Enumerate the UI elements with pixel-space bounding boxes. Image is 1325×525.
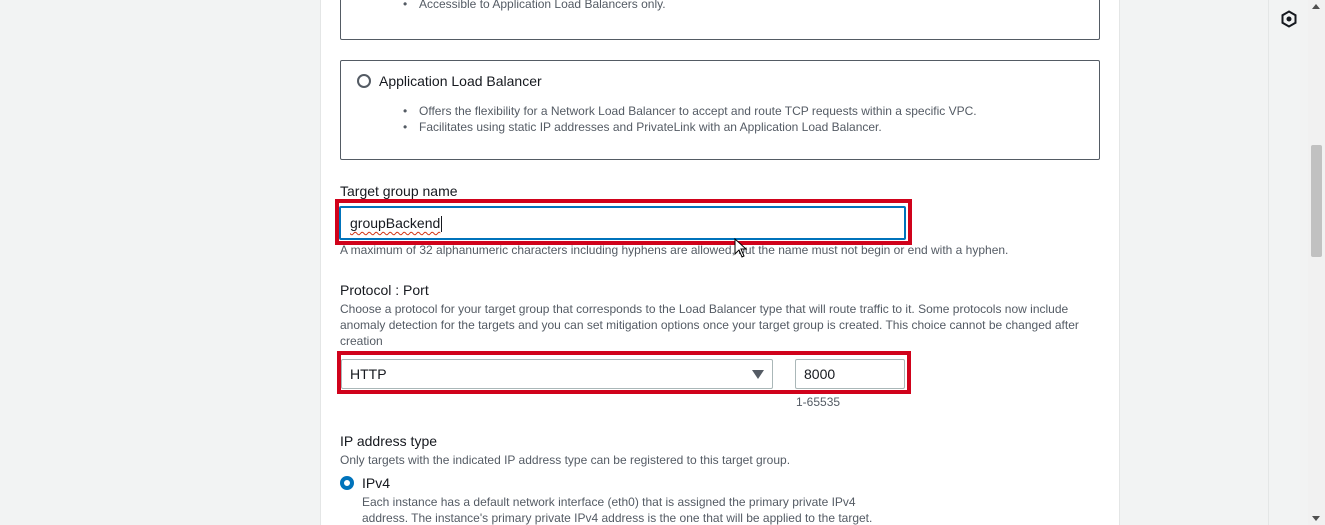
scrollbar-thumb[interactable] [1311, 145, 1322, 257]
alb-radio-row[interactable]: Application Load Balancer [357, 73, 542, 89]
alb-bullet: Offers the flexibility for a Network Loa… [403, 103, 977, 119]
port-value: 8000 [804, 366, 836, 382]
target-group-name-input[interactable]: groupBackend [339, 206, 906, 240]
target-group-name-hint: A maximum of 32 alphanumeric characters … [340, 243, 1009, 257]
ipv4-radio[interactable] [340, 476, 354, 490]
ip-address-type-label: IP address type [340, 433, 438, 449]
ip-address-type-description: Only targets with the indicated IP addre… [340, 453, 791, 467]
ipv4-label: IPv4 [362, 475, 391, 491]
hexagon-settings-icon[interactable] [1280, 10, 1298, 28]
vertical-scrollbar[interactable] [1308, 0, 1325, 525]
port-input[interactable]: 8000 [795, 359, 905, 389]
alb-option-label: Application Load Balancer [379, 73, 542, 89]
protocol-select[interactable]: HTTP [341, 359, 773, 389]
load-balancer-option-card-top[interactable]: Accessible to Application Load Balancers… [340, 0, 1100, 40]
protocol-port-label: Protocol : Port [340, 282, 429, 298]
option-bullet: Accessible to Application Load Balancers… [403, 0, 666, 12]
scroll-up-arrow-icon[interactable] [1312, 4, 1320, 9]
alb-option-bullets: Offers the flexibility for a Network Loa… [403, 103, 977, 135]
alb-bullet: Facilitates using static IP addresses an… [403, 119, 977, 135]
port-range-hint: 1-65535 [796, 395, 841, 409]
protocol-select-value: HTTP [350, 366, 387, 382]
application-load-balancer-option-card[interactable]: Application Load Balancer Offers the fle… [340, 60, 1100, 160]
mouse-cursor-icon [734, 238, 748, 258]
alb-radio[interactable] [357, 74, 371, 88]
target-group-name-label: Target group name [340, 183, 458, 199]
side-panel-divider [1268, 0, 1269, 525]
scroll-down-arrow-icon[interactable] [1312, 516, 1320, 521]
protocol-port-description: Choose a protocol for your target group … [340, 302, 1079, 348]
target-group-name-value: groupBackend [350, 215, 441, 231]
ipv4-radio-row[interactable]: IPv4 [340, 475, 390, 491]
ipv4-description: Each instance has a default network inte… [362, 495, 873, 525]
option-bullets: Accessible to Application Load Balancers… [403, 0, 666, 12]
caret-down-icon [752, 370, 764, 379]
text-caret [441, 216, 443, 233]
